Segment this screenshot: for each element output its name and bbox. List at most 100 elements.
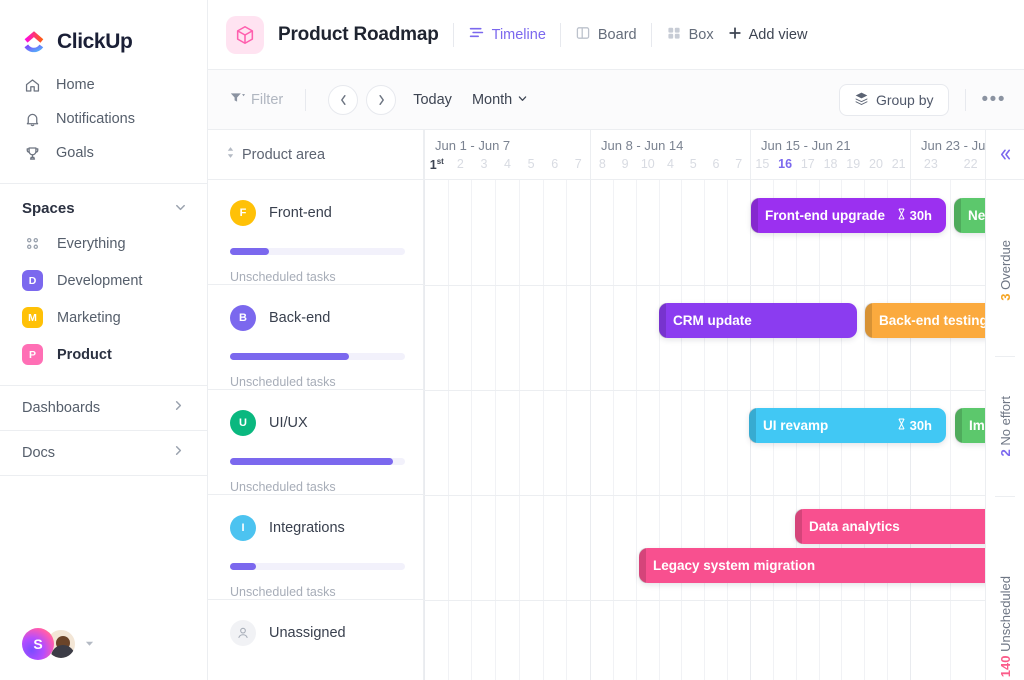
- day-cell[interactable]: 7: [727, 157, 750, 171]
- more-options-button[interactable]: •••: [982, 90, 1006, 109]
- right-rail-item[interactable]: 2 No effort: [986, 362, 1024, 490]
- row-label[interactable]: Unassigned: [208, 600, 423, 675]
- day-cell[interactable]: 18: [819, 157, 842, 171]
- spaces-header[interactable]: Spaces: [0, 184, 207, 225]
- workspace-avatar[interactable]: S: [22, 628, 54, 660]
- next-period-button[interactable]: [366, 84, 397, 115]
- drag-handle[interactable]: [865, 303, 872, 338]
- tab-timeline[interactable]: Timeline: [468, 24, 546, 45]
- sidebar-item-docs[interactable]: Docs: [0, 431, 207, 475]
- day-cell[interactable]: 6: [543, 157, 567, 172]
- day-cell[interactable]: 23: [911, 157, 951, 171]
- timeline-task-bar[interactable]: New feature..!: [954, 198, 985, 233]
- day-cell[interactable]: 3: [472, 157, 496, 172]
- timeline-task-bar[interactable]: UI revamp 30h: [749, 408, 946, 443]
- drag-handle[interactable]: [795, 509, 802, 544]
- row-label[interactable]: U UI/UX Unscheduled tasks: [208, 390, 423, 495]
- day-cell[interactable]: 5: [519, 157, 543, 172]
- timeline-task-bar[interactable]: CRM update: [659, 303, 857, 338]
- row-label[interactable]: F Front-end Unscheduled tasks: [208, 180, 423, 285]
- timeline-task-bar[interactable]: Data analytics: [795, 509, 985, 544]
- unscheduled-tasks-label[interactable]: Unscheduled tasks: [230, 480, 423, 494]
- drag-handle[interactable]: [749, 408, 756, 443]
- user-account-switcher[interactable]: S: [22, 628, 94, 660]
- day-cell[interactable]: 19: [842, 157, 865, 171]
- space-label: Development: [57, 272, 143, 289]
- day-cell[interactable]: 15: [751, 157, 774, 171]
- unscheduled-tasks-label[interactable]: Unscheduled tasks: [230, 585, 423, 599]
- chevron-down-icon[interactable]: [174, 201, 187, 216]
- tab-label: Box: [688, 26, 714, 43]
- sidebar-item-product[interactable]: P Product: [0, 336, 207, 373]
- prev-period-button[interactable]: [328, 84, 359, 115]
- section-label: Dashboards: [22, 400, 101, 416]
- day-cell[interactable]: 9: [614, 157, 637, 171]
- progress-bar: [230, 353, 405, 360]
- tab-board[interactable]: Board: [575, 25, 637, 45]
- group-by-button[interactable]: Group by: [838, 83, 949, 116]
- day-cell[interactable]: 10: [636, 157, 659, 171]
- chevron-down-icon[interactable]: [85, 639, 94, 650]
- timeline-task-bar[interactable]: Back-end testing: [865, 303, 985, 338]
- task-duration: 30h: [897, 418, 932, 433]
- sidebar-item-marketing[interactable]: M Marketing: [0, 299, 207, 336]
- timeline-task-bar[interactable]: Implem..!: [955, 408, 985, 443]
- day-cell[interactable]: 6: [705, 157, 728, 171]
- column-header-product-area[interactable]: Product area: [208, 130, 423, 180]
- zoom-level-select[interactable]: Month: [472, 92, 528, 108]
- drag-handle[interactable]: [954, 198, 961, 233]
- right-rail-item[interactable]: 140 Unscheduled: [986, 502, 1024, 680]
- grid-line: [612, 180, 614, 680]
- day-cell[interactable]: 20: [865, 157, 888, 171]
- sidebar-item-development[interactable]: D Development: [0, 262, 207, 299]
- sidebar-item-dashboards[interactable]: Dashboards: [0, 386, 207, 430]
- toolbar-divider-2: [964, 88, 966, 111]
- cube-icon: [226, 15, 264, 54]
- day-cell[interactable]: 2: [449, 157, 473, 172]
- today-button[interactable]: Today: [413, 92, 452, 108]
- sidebar-item-notifications[interactable]: Notifications: [0, 102, 207, 136]
- day-cell[interactable]: 4: [496, 157, 520, 172]
- day-cell[interactable]: 8: [591, 157, 614, 171]
- spaces-title: Spaces: [22, 200, 75, 217]
- unscheduled-tasks-label[interactable]: Unscheduled tasks: [230, 375, 423, 389]
- right-rail-item[interactable]: 3 Overdue: [986, 190, 1024, 350]
- day-cell[interactable]: 21: [887, 157, 910, 171]
- sidebar-item-goals[interactable]: Goals: [0, 136, 207, 170]
- collapse-rail-button[interactable]: [986, 130, 1024, 180]
- unscheduled-tasks-label[interactable]: Unscheduled tasks: [230, 270, 423, 284]
- drag-handle[interactable]: [751, 198, 758, 233]
- page-title: Product Roadmap: [278, 23, 439, 45]
- day-numbers: 15 16 17 18 19 20 21: [751, 157, 910, 171]
- row-label[interactable]: B Back-end Unscheduled tasks: [208, 285, 423, 390]
- day-cell[interactable]: 22: [951, 157, 985, 171]
- top-header: Product Roadmap Timeline Board Box Add v…: [208, 0, 1024, 70]
- layers-icon: [854, 91, 869, 109]
- day-cell[interactable]: 1st: [425, 157, 449, 172]
- timeline-task-bar[interactable]: Legacy system migration30h: [639, 548, 985, 583]
- row-label[interactable]: I Integrations Unscheduled tasks: [208, 495, 423, 600]
- day-cell[interactable]: 5: [682, 157, 705, 171]
- tab-box[interactable]: Box: [666, 25, 714, 45]
- sidebar-item-everything[interactable]: Everything: [0, 225, 207, 262]
- day-cell[interactable]: 7: [566, 157, 590, 172]
- drag-handle[interactable]: [659, 303, 666, 338]
- day-cell[interactable]: 17: [796, 157, 819, 171]
- grid-line: [495, 180, 497, 680]
- day-numbers: 8 9 10 4 5 6 7: [591, 157, 750, 171]
- sidebar-item-home[interactable]: Home: [0, 68, 207, 102]
- task-title: UI revamp: [763, 418, 829, 433]
- progress-bar: [230, 458, 405, 465]
- drag-handle[interactable]: [639, 548, 646, 583]
- right-rail-label: 140 Unscheduled: [997, 576, 1013, 678]
- filter-button[interactable]: Filter: [230, 91, 283, 109]
- timeline-task-bar[interactable]: Front-end upgrade 30h: [751, 198, 946, 233]
- app-logo[interactable]: ClickUp: [0, 0, 207, 62]
- row-name: Integrations: [269, 520, 345, 536]
- space-label: Everything: [57, 235, 126, 252]
- clickup-app: ClickUp Home Notifications Goals Spaces …: [0, 0, 1024, 680]
- add-view-button[interactable]: Add view: [728, 26, 807, 44]
- day-cell[interactable]: 4: [659, 157, 682, 171]
- drag-handle[interactable]: [955, 408, 962, 443]
- day-cell[interactable]: 16: [774, 157, 797, 171]
